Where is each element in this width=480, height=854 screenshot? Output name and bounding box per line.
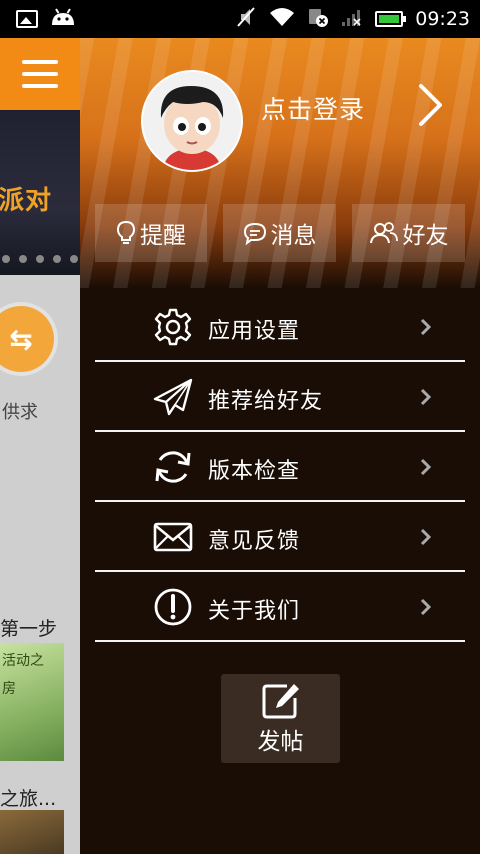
gear-icon	[153, 307, 193, 347]
menu-item-version-check[interactable]: 版本检查	[95, 432, 465, 502]
friends-icon	[369, 222, 398, 244]
article-title: 之旅...	[0, 788, 57, 810]
chevron-right-icon	[420, 318, 432, 336]
friends-label: 好友	[402, 223, 449, 249]
menu-item-app-settings[interactable]: 应用设置	[95, 292, 465, 362]
article-title: 第一步	[0, 618, 58, 640]
friends-button[interactable]: 好友	[352, 204, 465, 262]
reminder-label: 提醒	[140, 223, 186, 249]
messages-label: 消息	[270, 223, 317, 249]
android-icon	[50, 7, 76, 31]
chevron-right-icon	[420, 598, 432, 616]
chat-bubble-icon	[243, 222, 266, 245]
image-icon	[16, 10, 38, 28]
chevron-right-icon	[420, 528, 432, 546]
edit-icon	[262, 683, 299, 718]
menu-item-label: 版本检查	[208, 459, 301, 484]
status-bar-left	[16, 7, 76, 31]
menu-item-label: 意见反馈	[208, 529, 301, 554]
banner-carousel[interactable]: 派对	[0, 110, 80, 275]
hamburger-line	[22, 60, 58, 64]
hamburger-line	[22, 72, 58, 76]
status-bar-right: 09:23	[235, 6, 470, 32]
thumbnail-text: 活动之	[2, 653, 44, 669]
category-label: 供求	[2, 402, 38, 423]
drawer-menu: 应用设置 推荐给好友 版本检查 意见反馈 关于我们	[95, 292, 465, 642]
status-bar: 09:23	[0, 0, 480, 38]
carousel-dot	[70, 255, 78, 263]
status-time: 09:23	[415, 8, 470, 30]
mute-icon	[235, 6, 257, 32]
signal-icon	[341, 7, 363, 31]
carousel-dot	[36, 255, 44, 263]
sim-error-icon	[307, 6, 329, 32]
chevron-right-icon[interactable]	[416, 82, 446, 128]
exchange-icon[interactable]: ⇆	[0, 306, 54, 372]
login-link[interactable]: 点击登录	[261, 90, 365, 126]
banner-text: 派对	[0, 186, 53, 216]
info-icon	[153, 587, 193, 627]
chevron-right-icon	[420, 388, 432, 406]
side-drawer: 点击登录 提醒 消息 好友 应用设置 推荐给好友 版本检查 意见反馈 关于我们 …	[80, 38, 480, 854]
article-thumbnail[interactable]: 活动之 房	[0, 643, 64, 761]
post-button-label: 发帖	[257, 728, 304, 755]
avatar[interactable]	[141, 70, 243, 172]
hamburger-menu-button[interactable]	[0, 38, 80, 110]
menu-item-recommend[interactable]: 推荐给好友	[95, 362, 465, 432]
messages-button[interactable]: 消息	[223, 204, 336, 262]
carousel-dots	[2, 255, 78, 263]
menu-item-label: 推荐给好友	[208, 389, 324, 414]
refresh-icon	[153, 447, 193, 487]
carousel-dot	[19, 255, 27, 263]
menu-item-label: 关于我们	[208, 599, 301, 624]
carousel-dot	[2, 255, 10, 263]
carousel-dot	[53, 255, 61, 263]
article-thumbnail[interactable]	[0, 810, 64, 854]
chevron-right-icon	[420, 458, 432, 476]
envelope-icon	[153, 517, 193, 557]
battery-icon	[375, 11, 407, 27]
background-page: 派对 ⇆ 供求 第一步 活动之 房 之旅...	[0, 38, 80, 854]
hamburger-line	[22, 84, 58, 88]
post-button[interactable]: 发帖	[221, 674, 340, 763]
wifi-icon	[269, 7, 295, 31]
paper-plane-icon	[153, 377, 193, 417]
menu-item-feedback[interactable]: 意见反馈	[95, 502, 465, 572]
reminder-button[interactable]: 提醒	[95, 204, 207, 262]
menu-item-about-us[interactable]: 关于我们	[95, 572, 465, 642]
lightbulb-icon	[116, 220, 136, 244]
thumbnail-text: 房	[2, 681, 16, 697]
menu-item-label: 应用设置	[208, 319, 301, 344]
